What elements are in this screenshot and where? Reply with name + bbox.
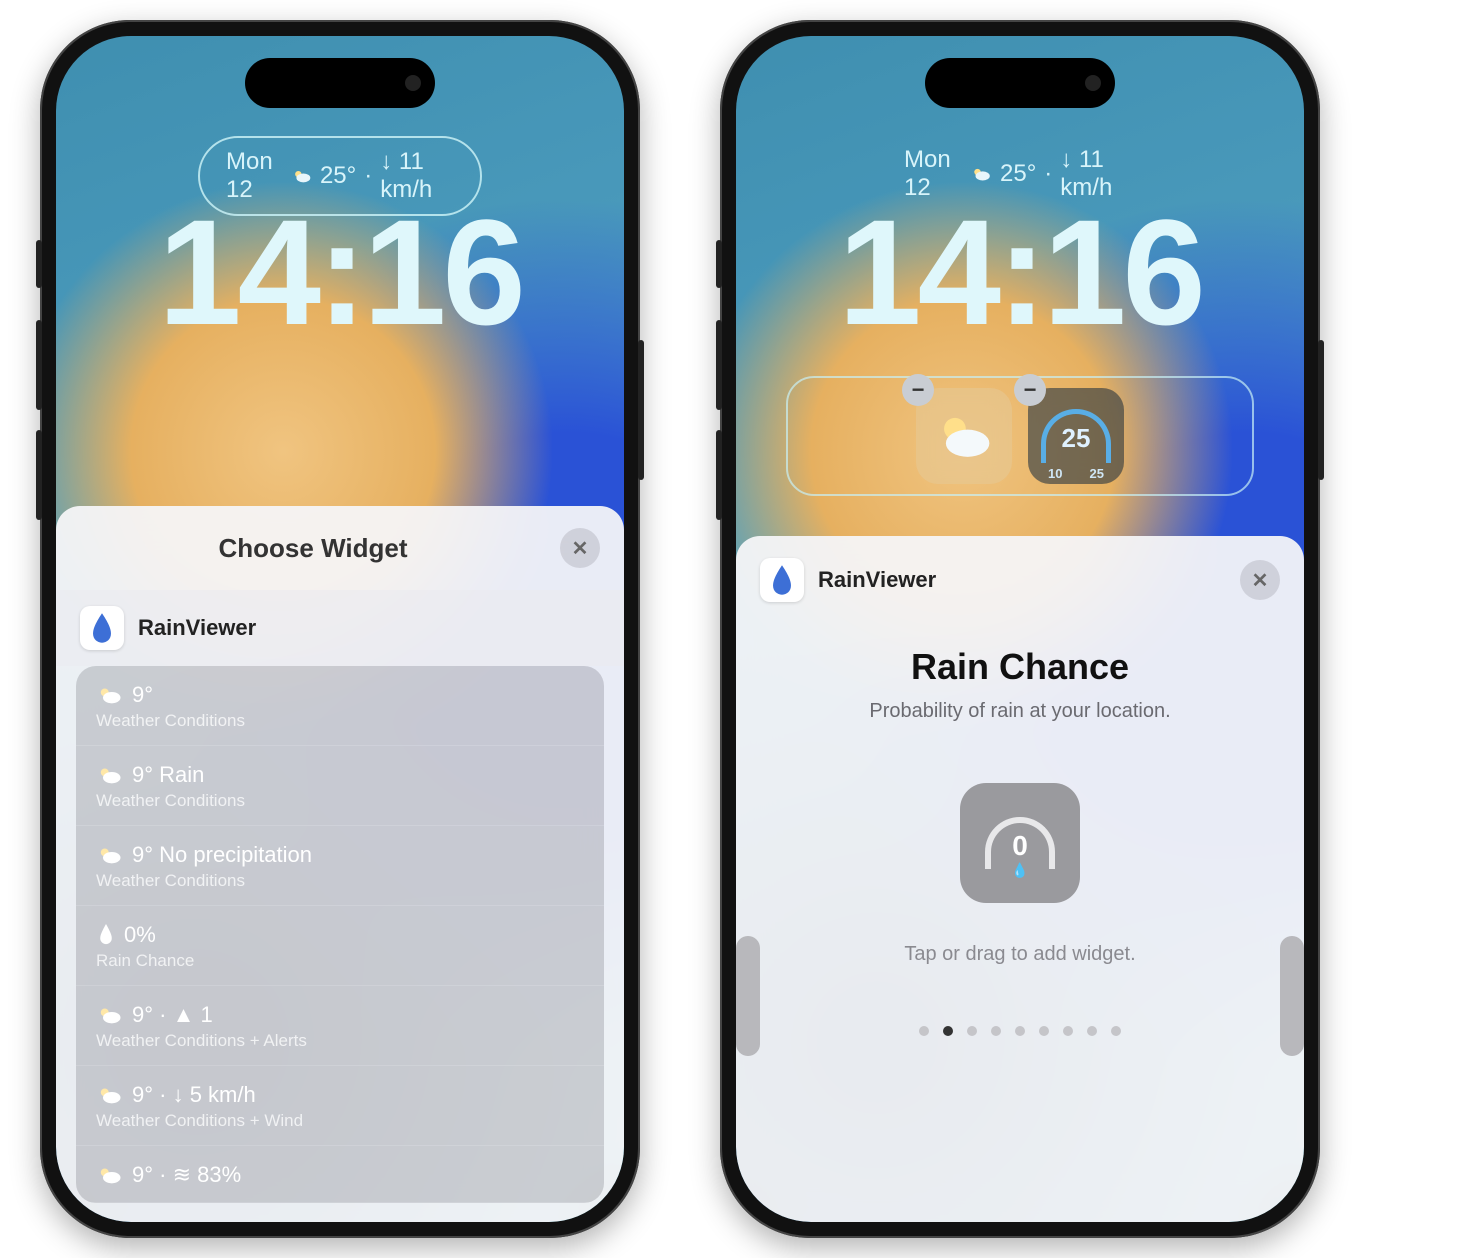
page-dot[interactable] — [967, 1026, 977, 1036]
widget-item-title: 9° · ≋ 83% — [132, 1162, 241, 1188]
lock-time[interactable]: 14:16 — [736, 186, 1304, 359]
rain-gauge-icon: 0 💧 — [985, 817, 1055, 869]
remove-widget-button[interactable]: − — [1014, 374, 1046, 406]
partly-cloudy-icon — [96, 684, 124, 706]
widget-subtitle: Probability of rain at your location. — [766, 700, 1274, 723]
gauge-value: 25 — [1062, 423, 1091, 454]
lock-screen-edit: Mon 12 25° · ↓ 11 km/h 14:16 − − 25 — [736, 36, 1304, 1222]
partly-cloudy-icon — [292, 165, 312, 187]
widget-item-title: 9° · ▲ 1 — [132, 1002, 213, 1028]
widget-list: 9° Weather Conditions 9° Rain Weather Condi… — [76, 666, 604, 1203]
close-button[interactable]: ✕ — [560, 528, 600, 568]
partly-cloudy-icon — [96, 844, 124, 866]
mute-switch[interactable] — [36, 240, 42, 288]
partly-cloudy-icon — [935, 413, 993, 459]
widget-detail-sheet: RainViewer ✕ Rain Chance Probability of … — [736, 536, 1304, 1222]
partly-cloudy-icon — [971, 163, 992, 185]
close-icon: ✕ — [572, 536, 589, 561]
widget-item-title: 9° · ↓ 5 km/h — [132, 1082, 256, 1108]
page-dot[interactable] — [943, 1026, 953, 1036]
widget-list-item[interactable]: 9° · ≋ 83% — [76, 1146, 604, 1203]
detail-header: RainViewer ✕ — [736, 536, 1304, 606]
prev-widget-peek[interactable] — [736, 936, 760, 1056]
droplet-icon: 💧 — [1011, 862, 1028, 879]
sheet-header: Choose Widget ✕ — [56, 506, 624, 590]
volume-up[interactable] — [36, 320, 42, 410]
widget-title: Rain Chance — [766, 646, 1274, 688]
widget-item-subtitle: Weather Conditions — [96, 791, 584, 811]
widget-list-item[interactable]: 9° · ↓ 5 km/h Weather Conditions + Wind — [76, 1066, 604, 1146]
detail-body: Rain Chance Probability of rain at your … — [736, 606, 1304, 1046]
app-name: RainViewer — [138, 615, 256, 641]
widget-list-item[interactable]: 0% Rain Chance — [76, 906, 604, 986]
partly-cloudy-icon — [96, 1084, 124, 1106]
widget-item-subtitle: Weather Conditions + Wind — [96, 1111, 584, 1131]
pill-temp: 25° — [1000, 160, 1036, 188]
partly-cloudy-icon — [96, 1004, 124, 1026]
phone-left: Mon 12 25° · ↓ 11 km/h 14:16 Choose Widg… — [40, 20, 640, 1238]
widget-list-item[interactable]: 9° Rain Weather Conditions — [76, 746, 604, 826]
choose-widget-sheet: Choose Widget ✕ RainViewer 9° Weather Con… — [56, 506, 624, 1222]
page-dot[interactable] — [991, 1026, 1001, 1036]
widget-item-subtitle: Weather Conditions — [96, 711, 584, 731]
page-dot[interactable] — [1087, 1026, 1097, 1036]
volume-down[interactable] — [716, 430, 722, 520]
volume-up[interactable] — [716, 320, 722, 410]
widget-slot-row[interactable]: − − 25 10 25 — [786, 376, 1254, 496]
widget-preview[interactable]: 0 💧 — [960, 783, 1080, 903]
remove-widget-button[interactable]: − — [902, 374, 934, 406]
dynamic-island — [245, 58, 435, 108]
preview-value: 0 — [1012, 830, 1028, 862]
widget-item-subtitle: Weather Conditions — [96, 871, 584, 891]
close-button[interactable]: ✕ — [1240, 560, 1280, 600]
widget-list-item[interactable]: 9° · ▲ 1 Weather Conditions + Alerts — [76, 986, 604, 1066]
partly-cloudy-icon — [96, 1164, 124, 1186]
widget-item-title: 9° — [132, 682, 153, 708]
widget-item-title: 0% — [124, 922, 156, 948]
mute-switch[interactable] — [716, 240, 722, 288]
lock-time[interactable]: 14:16 — [56, 186, 624, 359]
app-section-header[interactable]: RainViewer — [56, 590, 624, 666]
page-dot[interactable] — [1015, 1026, 1025, 1036]
lock-screen: Mon 12 25° · ↓ 11 km/h 14:16 Choose Widg… — [56, 36, 624, 1222]
app-name: RainViewer — [818, 567, 1226, 593]
page-dots[interactable] — [766, 1026, 1274, 1036]
dynamic-island — [925, 58, 1115, 108]
power-button[interactable] — [638, 340, 644, 480]
gauge-max: 25 — [1090, 466, 1104, 481]
rainviewer-app-icon — [80, 606, 124, 650]
phone-right: Mon 12 25° · ↓ 11 km/h 14:16 − − 25 — [720, 20, 1320, 1238]
widget-weather-icon[interactable]: − — [916, 388, 1012, 484]
widget-item-title: 9° No precipitation — [132, 842, 312, 868]
power-button[interactable] — [1318, 340, 1324, 480]
widget-item-subtitle: Rain Chance — [96, 951, 584, 971]
widget-temp-gauge[interactable]: − 25 10 25 — [1028, 388, 1124, 484]
page-dot[interactable] — [919, 1026, 929, 1036]
rainviewer-app-icon — [760, 558, 804, 602]
sheet-title: Choose Widget — [80, 533, 546, 564]
widget-list-item[interactable]: 9° Weather Conditions — [76, 666, 604, 746]
widget-item-subtitle: Weather Conditions + Alerts — [96, 1031, 584, 1051]
add-widget-hint: Tap or drag to add widget. — [766, 943, 1274, 966]
gauge-min: 10 — [1048, 466, 1062, 481]
volume-down[interactable] — [36, 430, 42, 520]
page-dot[interactable] — [1063, 1026, 1073, 1036]
droplet-icon — [96, 923, 116, 947]
partly-cloudy-icon — [96, 764, 124, 786]
widget-item-title: 9° Rain — [132, 762, 204, 788]
next-widget-peek[interactable] — [1280, 936, 1304, 1056]
page-dot[interactable] — [1111, 1026, 1121, 1036]
page-dot[interactable] — [1039, 1026, 1049, 1036]
gauge-icon: 25 10 25 — [1041, 409, 1111, 463]
widget-list-item[interactable]: 9° No precipitation Weather Conditions — [76, 826, 604, 906]
close-icon: ✕ — [1252, 568, 1269, 593]
